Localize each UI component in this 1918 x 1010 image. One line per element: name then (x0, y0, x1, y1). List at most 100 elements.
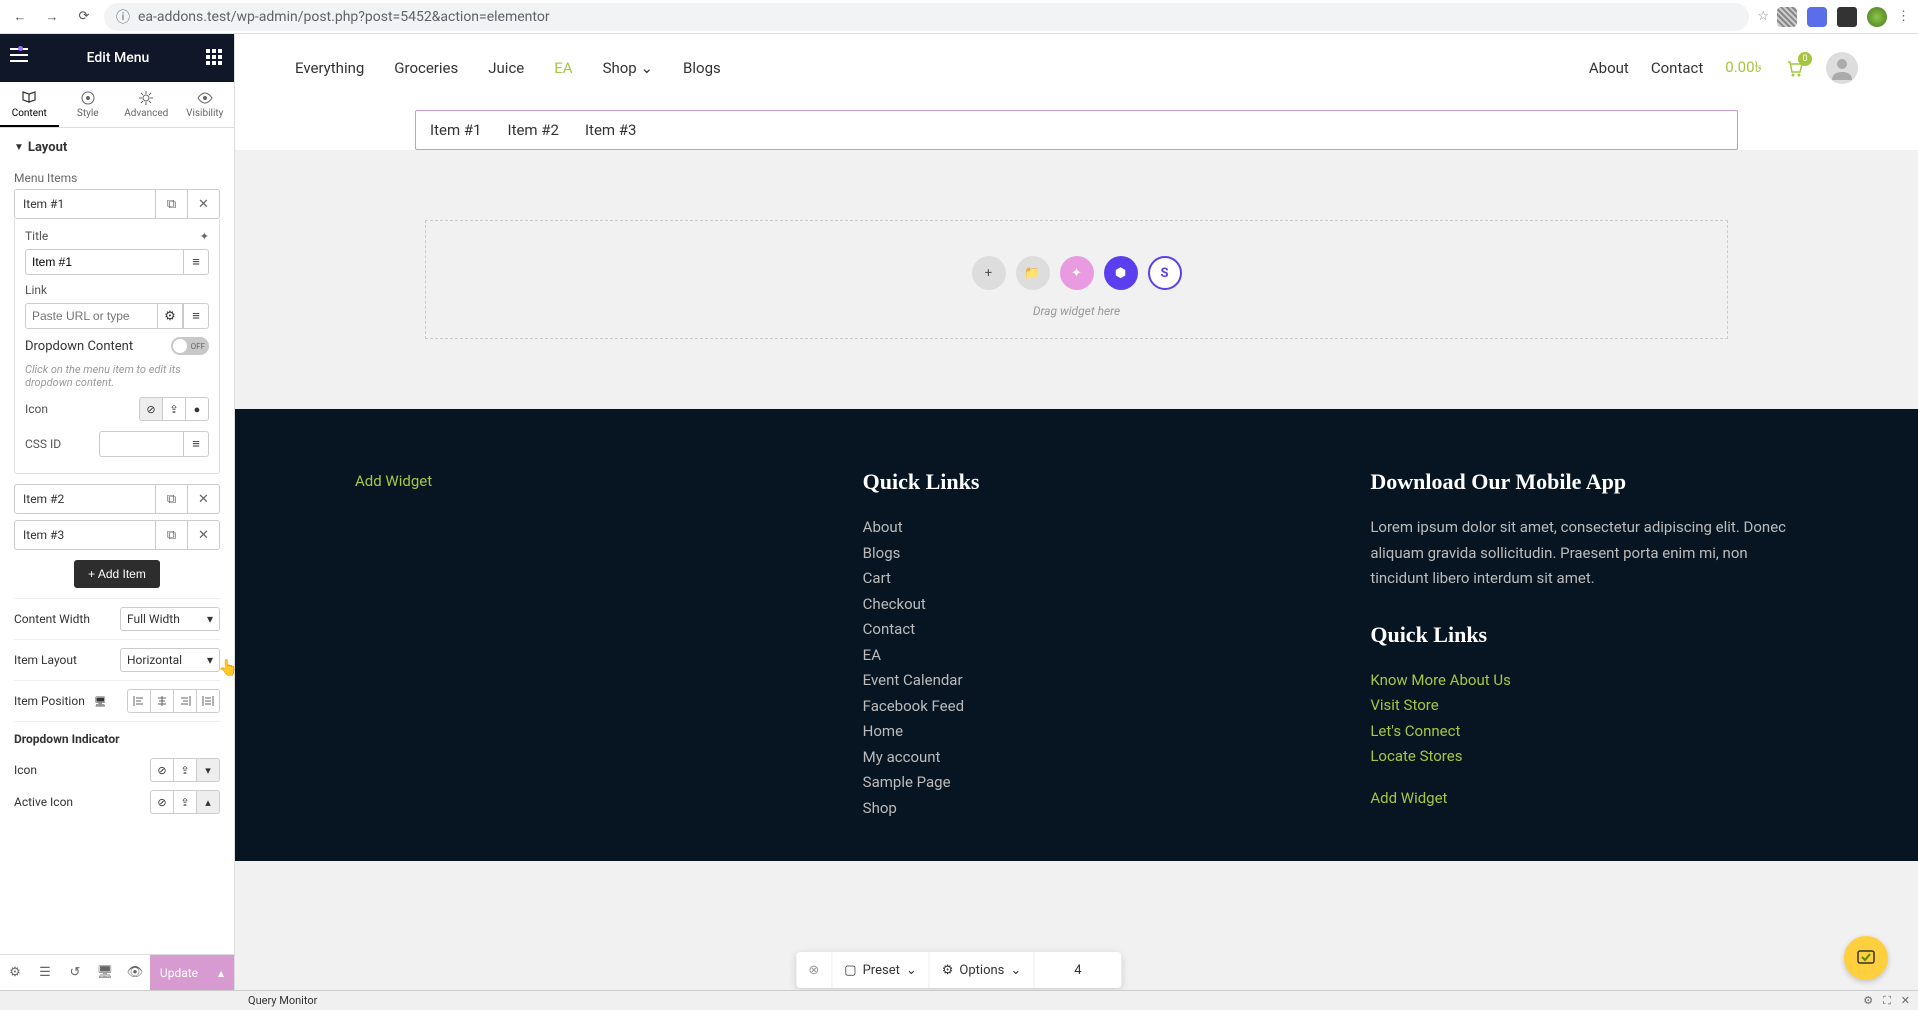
status-gear-icon[interactable]: ⚙ (1863, 994, 1873, 1008)
duplicate-icon[interactable]: ⧉ (155, 485, 187, 513)
nav-link[interactable]: EA (554, 59, 572, 77)
duplicate-icon[interactable]: ⧉ (155, 190, 187, 218)
add-template-button[interactable]: 📁 (1016, 256, 1050, 290)
duplicate-icon[interactable]: ⧉ (155, 521, 187, 549)
widget-dropzone[interactable]: + 📁 ✦ ⬢ S Drag widget here (425, 220, 1728, 339)
footer-link[interactable]: About (863, 515, 1291, 541)
dynamic-tags-icon[interactable]: ≡ (183, 249, 209, 275)
browser-menu-icon[interactable]: ⋮ (1897, 9, 1910, 24)
footer-link[interactable]: Home (863, 719, 1291, 745)
history-icon[interactable]: ↺ (60, 955, 90, 990)
footer-link[interactable]: EA (863, 643, 1291, 669)
footer-link[interactable]: Let's Connect (1370, 719, 1798, 745)
align-center-button[interactable] (150, 689, 174, 713)
icon-upload-button[interactable]: ⇪ (173, 790, 197, 814)
footer-link[interactable]: Facebook Feed (863, 694, 1291, 720)
dropdown-content-switch[interactable]: OFF (171, 337, 209, 355)
link-options-icon[interactable]: ⚙ (157, 303, 183, 329)
tab-style[interactable]: Style (59, 82, 118, 127)
preview-icon[interactable]: 👁 (120, 955, 150, 990)
align-justify-button[interactable] (196, 689, 220, 713)
icon-dropdown-button[interactable]: ▾ (196, 758, 220, 782)
browser-forward-button[interactable]: → (40, 5, 64, 29)
align-right-button[interactable] (173, 689, 197, 713)
nav-link[interactable]: Contact (1651, 59, 1703, 77)
nav-link[interactable]: Juice (488, 59, 524, 77)
widgets-grid-icon[interactable] (206, 49, 224, 67)
icon-upload-button[interactable]: ⇪ (173, 758, 197, 782)
menu-preview-item[interactable]: Item #1 (430, 121, 481, 139)
menu-item-row-1[interactable]: Item #1 ⧉ ✕ (14, 189, 220, 219)
menu-item-row-2[interactable]: Item #2 ⧉ ✕ (14, 484, 220, 514)
footer-link[interactable]: Visit Store (1370, 693, 1798, 719)
menu-preview-item[interactable]: Item #3 (585, 121, 636, 139)
close-toolbar-button[interactable]: ⊗ (796, 952, 831, 988)
user-avatar[interactable] (1826, 52, 1858, 84)
close-icon[interactable]: ✕ (187, 190, 219, 218)
menu-item-row-3[interactable]: Item #3 ⧉ ✕ (14, 520, 220, 550)
icon-none-button[interactable]: ⊘ (150, 758, 174, 782)
icon-none-button[interactable]: ⊘ (150, 790, 174, 814)
footer-link[interactable]: My account (863, 745, 1291, 771)
close-icon[interactable]: ✕ (187, 485, 219, 513)
footer-link[interactable]: Blogs (863, 541, 1291, 567)
dynamic-tags-icon[interactable]: ≡ (183, 431, 209, 457)
link-input[interactable] (25, 303, 157, 329)
envato-button[interactable]: ⬢ (1104, 256, 1138, 290)
address-bar[interactable]: ⓘ ea-addons.test/wp-admin/post.php?post=… (104, 3, 1749, 31)
footer-link[interactable]: Contact (863, 617, 1291, 643)
dynamic-tags-icon[interactable]: ≡ (183, 303, 209, 329)
update-button[interactable]: Update ▴ (150, 955, 234, 990)
tab-advanced[interactable]: Advanced (117, 82, 176, 127)
nav-link[interactable]: About (1589, 59, 1629, 77)
options-button[interactable]: ⚙ Options ⌄ (929, 952, 1034, 988)
ext-icon-3[interactable] (1837, 7, 1857, 27)
footer-link[interactable]: Sample Page (863, 770, 1291, 796)
nav-link[interactable]: Everything (295, 59, 364, 77)
menu-preview-item[interactable]: Item #2 (507, 121, 558, 139)
status-expand-icon[interactable]: ⛶ (1883, 994, 1891, 1008)
icon-none-button[interactable]: ⊘ (139, 397, 163, 421)
hamburger-menu-icon[interactable] (10, 48, 30, 68)
site-info-icon[interactable]: ⓘ (116, 7, 130, 27)
add-widget-link[interactable]: Add Widget (355, 469, 783, 495)
footer-link[interactable]: Cart (863, 566, 1291, 592)
cart-icon[interactable]: 0 (1784, 58, 1804, 78)
browser-reload-button[interactable]: ⟳ (72, 5, 96, 29)
nav-link[interactable]: Blogs (683, 59, 721, 77)
icon-upload-button[interactable]: ⇪ (162, 397, 186, 421)
icon-library-button[interactable]: ● (185, 397, 209, 421)
footer-link[interactable]: Shop (863, 796, 1291, 822)
query-monitor-link[interactable]: Query Monitor (248, 994, 317, 1007)
title-input[interactable] (25, 249, 183, 275)
add-widget-link[interactable]: Add Widget (1370, 786, 1798, 812)
starter-templates-button[interactable]: S (1148, 256, 1182, 290)
footer-link[interactable]: Locate Stores (1370, 744, 1798, 770)
ai-icon[interactable]: ✦ (200, 230, 209, 243)
ext-icon-4[interactable] (1867, 7, 1887, 27)
settings-icon[interactable]: ⚙ (0, 955, 30, 990)
footer-link[interactable]: Checkout (863, 592, 1291, 618)
ext-icon-2[interactable] (1807, 7, 1827, 27)
tab-content[interactable]: Content (0, 82, 59, 127)
nav-link[interactable]: Groceries (394, 59, 458, 77)
responsive-icon[interactable]: 🖥 (94, 697, 107, 708)
footer-link[interactable]: Know More About Us (1370, 668, 1798, 694)
add-item-button[interactable]: + Add Item (74, 560, 160, 588)
section-layout[interactable]: ▼ Layout (14, 128, 220, 163)
add-section-button[interactable]: + (972, 256, 1006, 290)
item-layout-select[interactable]: Horizontal ▾ (120, 648, 220, 672)
cssid-input[interactable] (99, 431, 183, 457)
ext-icon-1[interactable] (1777, 7, 1797, 27)
bookmark-star-icon[interactable]: ☆ (1757, 9, 1769, 24)
preset-button[interactable]: ▢ Preset ⌄ (831, 952, 928, 988)
page-number[interactable]: 4 (1033, 952, 1121, 988)
status-close-icon[interactable]: ✕ (1901, 994, 1910, 1008)
close-icon[interactable]: ✕ (187, 521, 219, 549)
footer-link[interactable]: Event Calendar (863, 668, 1291, 694)
icon-dropdown-button[interactable]: ▴ (196, 790, 220, 814)
help-fab[interactable] (1844, 936, 1888, 980)
nav-link-dropdown[interactable]: Shop ⌄ (603, 59, 653, 77)
ea-templates-button[interactable]: ✦ (1060, 256, 1094, 290)
align-left-button[interactable] (127, 689, 151, 713)
